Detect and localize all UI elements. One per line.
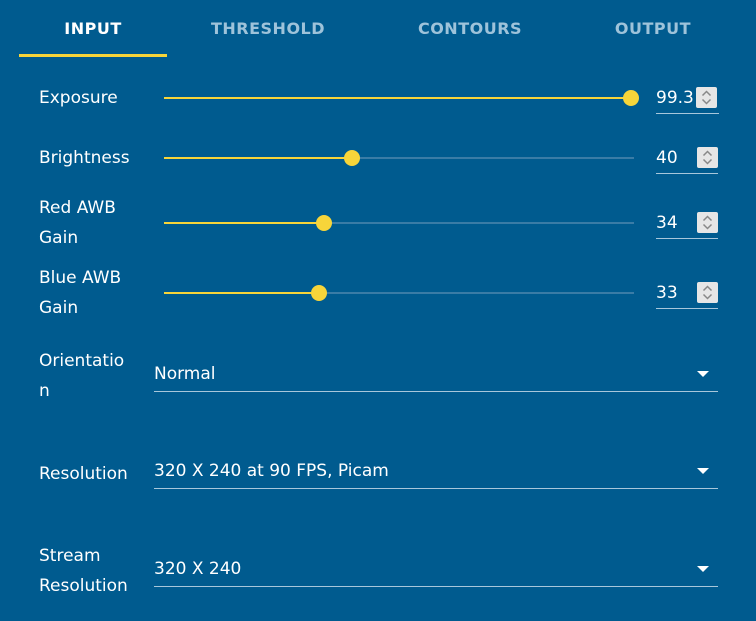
caret-down-icon — [697, 566, 709, 572]
blue-awb-gain-label-line2: Gain — [39, 298, 79, 318]
tab-input[interactable]: INPUT — [19, 0, 167, 56]
slider-fill — [164, 97, 631, 99]
blue-awb-gain-label-line1: Blue AWB — [39, 268, 122, 288]
orientation-select[interactable]: Normal — [154, 357, 718, 392]
stream-resolution-select[interactable]: 320 X 240 — [154, 552, 718, 587]
stream-resolution-label-line1: Stream — [39, 546, 101, 566]
stream-resolution-label-line2: Resolution — [39, 576, 128, 596]
exposure-input[interactable]: 99.3 — [656, 83, 719, 114]
slider-thumb[interactable] — [315, 215, 332, 231]
orientation-label: Orientatio n — [39, 346, 149, 406]
slider-fill — [164, 292, 320, 294]
resolution-label-line1: Resolution — [39, 464, 128, 484]
brightness-input[interactable]: 40 — [656, 143, 718, 174]
red-awb-gain-label-line2: Gain — [39, 228, 79, 248]
resolution-value: 320 X 240 at 90 FPS, Picam — [154, 461, 389, 481]
red-awb-gain-label: Red AWB Gain — [39, 193, 116, 253]
up-down-chevron-icon[interactable] — [697, 212, 718, 233]
brightness-slider[interactable] — [164, 148, 634, 168]
brightness-value: 40 — [656, 148, 678, 168]
slider-thumb[interactable] — [622, 90, 639, 106]
blue-awb-gain-input[interactable]: 33 — [656, 278, 718, 309]
tab-threshold[interactable]: THRESHOLD — [183, 0, 353, 56]
stream-resolution-value: 320 X 240 — [154, 559, 242, 579]
slider-thumb[interactable] — [344, 150, 360, 166]
resolution-select[interactable]: 320 X 240 at 90 FPS, Picam — [154, 454, 718, 489]
exposure-label: Exposure — [39, 88, 118, 108]
red-awb-gain-label-line1: Red AWB — [39, 198, 116, 218]
caret-down-icon — [697, 371, 709, 377]
orientation-value: Normal — [154, 364, 216, 384]
blue-awb-gain-value: 33 — [656, 283, 678, 303]
red-awb-gain-slider[interactable] — [164, 213, 634, 233]
blue-awb-gain-label: Blue AWB Gain — [39, 263, 121, 323]
caret-down-icon — [697, 468, 709, 474]
orientation-label-line1: Orientatio — [39, 351, 125, 371]
slider-thumb[interactable] — [311, 285, 328, 301]
active-tab-indicator — [19, 54, 167, 57]
tab-output[interactable]: OUTPUT — [568, 0, 738, 56]
exposure-slider[interactable] — [164, 88, 639, 108]
red-awb-gain-input[interactable]: 34 — [656, 208, 718, 239]
slider-fill — [164, 222, 324, 224]
stream-resolution-label: Stream Resolution — [39, 541, 149, 601]
blue-awb-gain-slider[interactable] — [164, 283, 634, 303]
orientation-label-line2: n — [39, 381, 50, 401]
slider-fill — [164, 157, 352, 159]
exposure-value: 99.3 — [656, 88, 694, 108]
up-down-chevron-icon[interactable] — [696, 87, 717, 108]
up-down-chevron-icon[interactable] — [697, 282, 718, 303]
up-down-chevron-icon[interactable] — [697, 147, 718, 168]
tab-contours[interactable]: CONTOURS — [385, 0, 555, 56]
brightness-label: Brightness — [39, 148, 130, 168]
tab-bar: INPUT THRESHOLD CONTOURS OUTPUT — [0, 0, 756, 58]
resolution-label: Resolution — [39, 459, 149, 489]
red-awb-gain-value: 34 — [656, 213, 678, 233]
